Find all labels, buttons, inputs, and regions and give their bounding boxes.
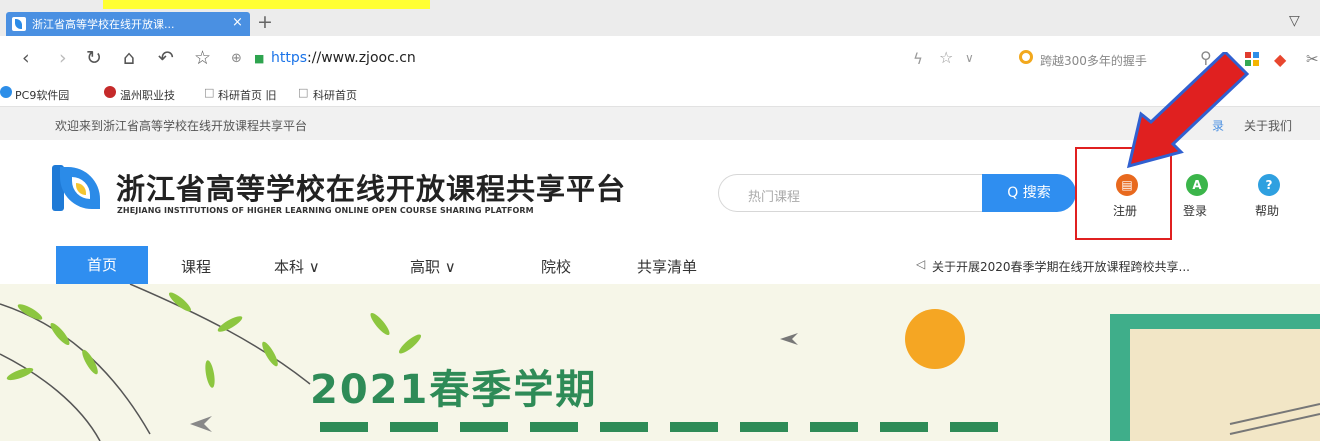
tab-title: 浙江省高等学校在线开放课... (32, 18, 175, 31)
banner-headline-2 (320, 412, 1020, 441)
site-logo[interactable] (52, 163, 104, 215)
login-button[interactable]: 登录 (1183, 202, 1207, 219)
menu-undergraduate[interactable]: 本科 ∨ (274, 256, 320, 277)
welcome-text: 欢迎来到浙江省高等学校在线开放课程共享平台 (55, 119, 308, 133)
site-subtitle: ZHEJIANG INSTITUTIONS OF HIGHER LEARNING… (117, 206, 534, 215)
bookmark-icon (104, 86, 116, 98)
game-icon[interactable]: ◆ (1274, 50, 1286, 69)
site-favicon-icon (12, 17, 26, 31)
lock-icon: ■ (254, 52, 265, 65)
window-menu-icon[interactable]: ▽ (1289, 13, 1300, 29)
notice-ticker[interactable]: 关于开展2020春季学期在线开放课程跨校共享... (932, 258, 1190, 275)
search-placeholder: 热门课程 (748, 190, 801, 205)
login-icon[interactable]: A (1186, 174, 1208, 196)
annotation-arrow (1126, 52, 1250, 169)
tab-close-icon[interactable]: × (232, 15, 243, 30)
menu-vocational[interactable]: 高职 ∨ (410, 256, 456, 277)
site-title: 浙江省高等学校在线开放课程共享平台 (116, 172, 627, 206)
scissors-icon[interactable]: ✂ (1306, 50, 1319, 68)
lightning-icon[interactable]: ϟ (913, 50, 923, 68)
highlight-mark (103, 0, 430, 9)
forward-icon[interactable]: › (59, 47, 67, 69)
help-button[interactable]: 帮助 (1255, 202, 1279, 219)
home-icon[interactable]: ⌂ (123, 47, 135, 69)
favorite-icon[interactable]: ☆ (939, 48, 953, 67)
url-text[interactable]: https://www.zjooc.cn (271, 50, 416, 66)
help-icon[interactable]: ? (1258, 174, 1280, 196)
search-engine-icon (1019, 50, 1033, 64)
browser-tab[interactable]: 浙江省高等学校在线开放课... × (6, 12, 250, 36)
dropdown-icon[interactable]: ∨ (965, 51, 974, 65)
menu-courses[interactable]: 课程 (181, 256, 211, 277)
menu-share-list[interactable]: 共享清单 (637, 256, 697, 277)
menu-home[interactable]: 首页 (56, 246, 148, 284)
bookmark-item[interactable]: 科研首页 旧 (218, 87, 277, 103)
page-icon: □ (204, 86, 215, 99)
new-tab-button[interactable]: + (257, 11, 273, 33)
back-icon[interactable]: ‹ (22, 47, 30, 69)
menu-schools[interactable]: 院校 (541, 256, 571, 277)
reload-icon[interactable]: ↻ (86, 47, 102, 69)
bookmark-icon (0, 86, 12, 98)
search-button[interactable]: Q 搜索 (982, 174, 1076, 212)
bookmark-item[interactable]: 科研首页 (313, 87, 357, 103)
page-icon: □ (298, 86, 309, 99)
bookmark-item[interactable]: PC9软件园 (15, 87, 69, 103)
speaker-icon: ◁ (916, 257, 926, 271)
shield-icon: ⊕ (231, 51, 242, 66)
banner-headline: 2021春季学期 (310, 367, 598, 413)
bookmark-item[interactable]: 温州职业技 (120, 87, 175, 103)
undo-icon[interactable]: ↶ (158, 47, 174, 69)
star-icon[interactable]: ☆ (194, 47, 211, 69)
